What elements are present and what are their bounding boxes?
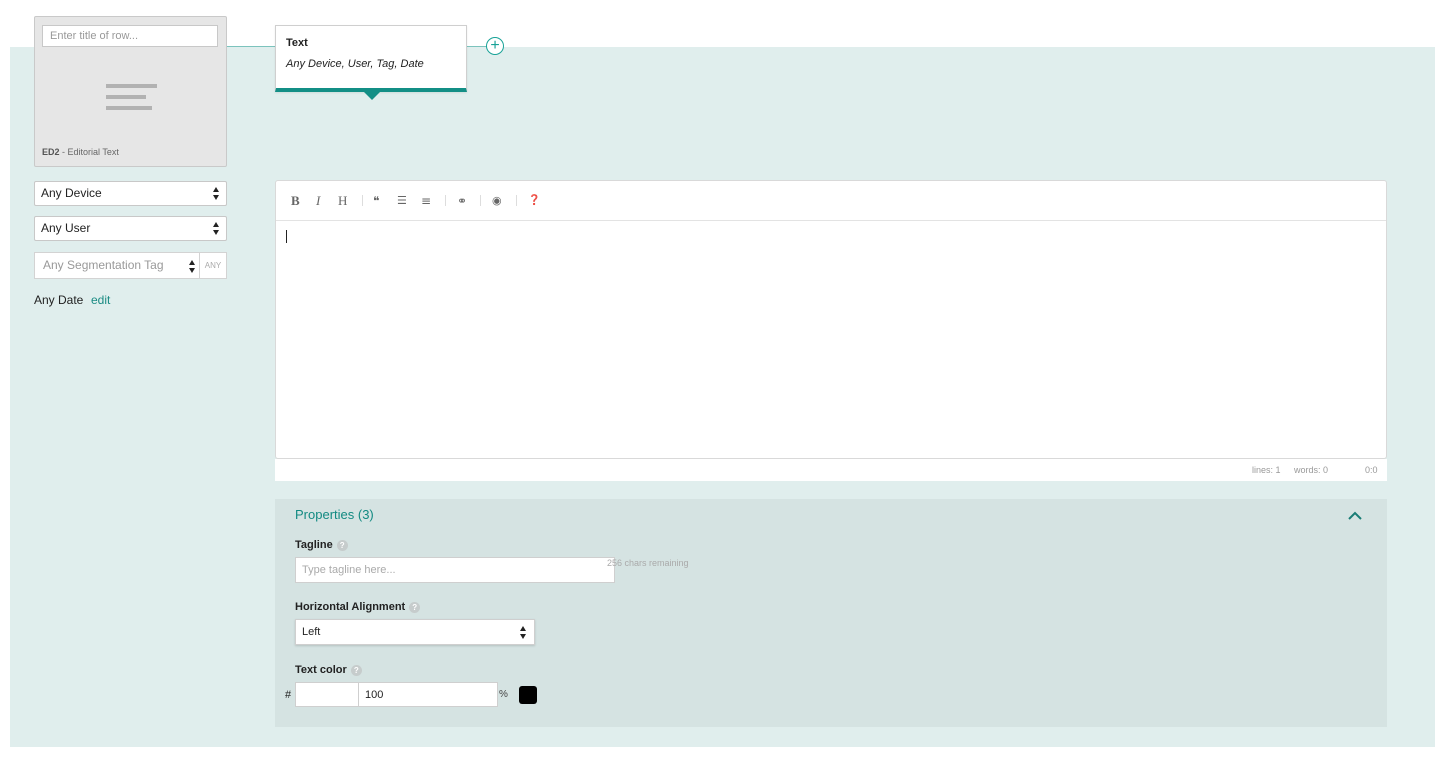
help-icon[interactable]: ? (350, 664, 362, 676)
tagline-label-row: Tagline? (295, 539, 348, 551)
alignment-label-row: Horizontal Alignment? (295, 601, 421, 613)
color-swatch[interactable] (519, 686, 537, 704)
unordered-list-icon[interactable]: ☰ (397, 192, 407, 210)
date-filter-label: Any Date (34, 293, 84, 307)
row-summary-popover: Text Any Device, User, Tag, Date (275, 25, 467, 92)
text-color-label: Text color (295, 664, 347, 676)
alignment-select[interactable]: Left (295, 619, 535, 645)
select-arrows-icon (189, 260, 196, 273)
italic-icon[interactable]: I (316, 192, 320, 210)
segmentation-tag-select[interactable]: Any Segmentation Tag (34, 252, 200, 279)
toolbar-divider (516, 195, 517, 206)
percent-suffix: % (499, 689, 508, 700)
connector-line (467, 46, 487, 47)
help-icon[interactable]: ❓ (528, 192, 540, 210)
user-select[interactable]: Any User (34, 216, 227, 241)
popover-title: Text (286, 37, 308, 49)
toolbar-divider (480, 195, 481, 206)
heading-icon[interactable]: H (338, 192, 347, 210)
date-edit-link[interactable]: edit (91, 293, 110, 307)
segmentation-tag-placeholder: Any Segmentation Tag (43, 258, 164, 272)
alignment-label: Horizontal Alignment (295, 601, 406, 613)
editor-toolbar: B I H ❝ ☰ ≡ ⚭ ◉ ❓ (276, 181, 1386, 221)
quote-icon[interactable]: ❝ (373, 192, 379, 210)
help-icon[interactable]: ? (409, 601, 421, 613)
select-arrows-icon (213, 222, 220, 235)
editor-statusbar: lines: 1 words: 0 0:0 (275, 459, 1387, 481)
preview-eye-icon[interactable]: ◉ (492, 192, 502, 210)
help-icon[interactable]: ? (336, 539, 348, 551)
device-select[interactable]: Any Device (34, 181, 227, 206)
user-select-value: Any User (41, 221, 91, 235)
device-select-value: Any Device (41, 186, 102, 200)
tagline-chars-remaining: 256 chars remaining (607, 558, 689, 568)
status-lines: lines: 1 (1252, 465, 1281, 475)
row-title-input[interactable] (42, 25, 218, 47)
ordered-list-icon[interactable]: ≡ (421, 192, 431, 210)
toolbar-divider (445, 195, 446, 206)
row-type-caption: ED2 - Editorial Text (42, 147, 119, 157)
popover-pointer (364, 92, 380, 100)
bold-icon[interactable]: B (291, 192, 300, 210)
row-card[interactable]: ED2 - Editorial Text (34, 16, 227, 167)
row-code: ED2 (42, 147, 60, 157)
segmentation-filter: Any Segmentation Tag ANY (34, 252, 227, 279)
paragraph-lines-icon (105, 82, 158, 112)
properties-toggle[interactable]: Properties (3) (295, 507, 374, 522)
popover-subtitle: Any Device, User, Tag, Date (286, 58, 424, 70)
link-icon[interactable]: ⚭ (457, 192, 467, 210)
tagline-label: Tagline (295, 539, 333, 551)
alignment-select-value: Left (302, 626, 321, 638)
select-arrows-icon (520, 626, 527, 639)
toolbar-divider (362, 195, 363, 206)
status-cursor: 0:0 (1365, 465, 1378, 475)
row-type-label: - Editorial Text (59, 147, 119, 157)
properties-panel: Properties (3) Tagline? 256 chars remain… (275, 499, 1387, 727)
select-arrows-icon (213, 187, 220, 200)
hex-hash-prefix: # (285, 689, 292, 701)
color-hex-input[interactable] (295, 682, 359, 707)
text-color-label-row: Text color? (295, 664, 362, 676)
segmentation-mode-button[interactable]: ANY (199, 252, 227, 279)
markdown-editor[interactable]: B I H ❝ ☰ ≡ ⚭ ◉ ❓ (275, 180, 1387, 459)
connector-line (227, 46, 275, 47)
color-opacity-input[interactable] (358, 682, 498, 707)
plus-circle-icon[interactable]: + (486, 37, 504, 55)
tagline-input[interactable] (295, 557, 615, 583)
text-cursor (286, 230, 287, 243)
chevron-up-icon[interactable] (1348, 509, 1362, 523)
status-words: words: 0 (1294, 465, 1329, 475)
